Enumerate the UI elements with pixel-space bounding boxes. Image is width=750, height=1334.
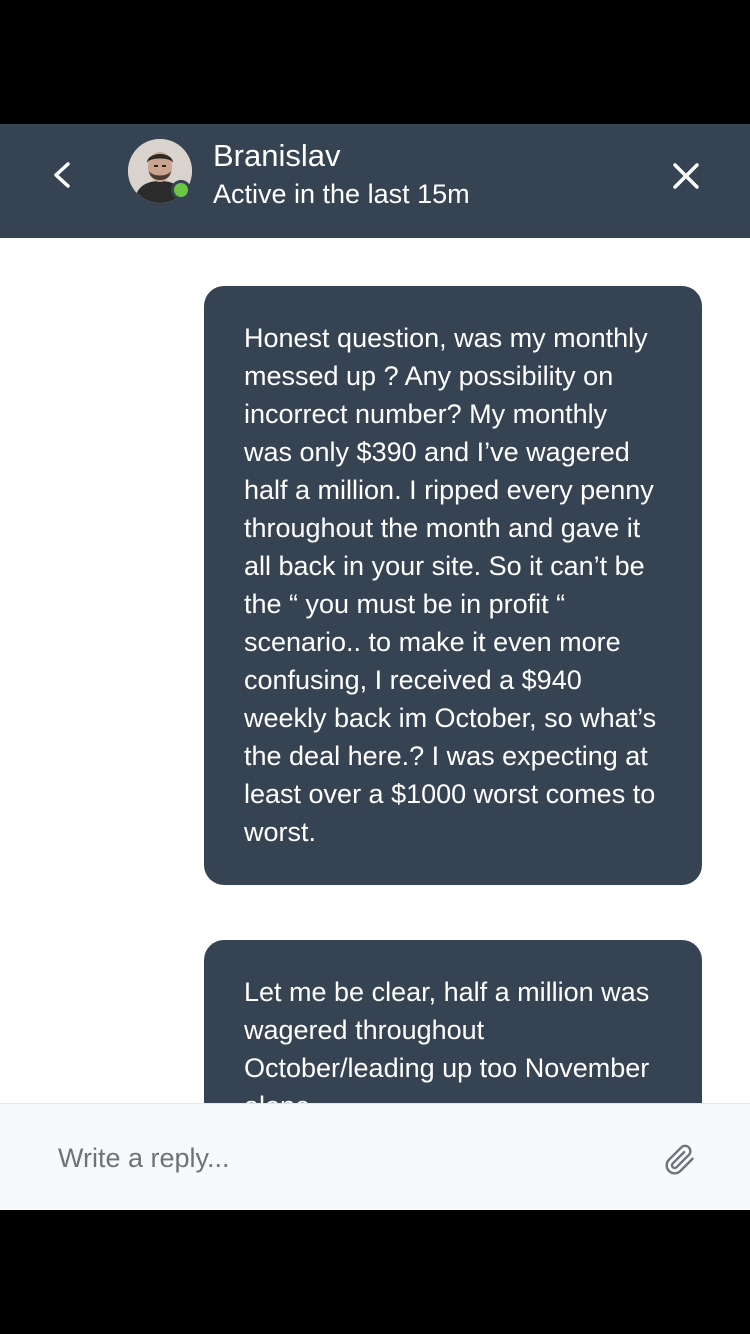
message-bubble: Honest question, was my monthly messed u… [204, 286, 702, 885]
close-button[interactable] [666, 156, 706, 196]
back-button[interactable] [44, 158, 80, 202]
message-list[interactable]: Honest question, was my monthly messed u… [0, 238, 750, 1104]
chevron-left-icon [54, 162, 70, 188]
attach-button[interactable] [664, 1144, 696, 1176]
online-status-dot [171, 180, 191, 200]
status-bar-area [0, 0, 750, 124]
agent-name: Branislav [213, 138, 341, 173]
reply-input[interactable] [58, 1138, 618, 1178]
reply-composer [0, 1103, 750, 1210]
close-icon [673, 163, 699, 189]
message-bubble: Let me be clear, half a million was wage… [204, 940, 702, 1104]
home-indicator-area [0, 1210, 750, 1334]
agent-status: Active in the last 15m [213, 179, 470, 209]
paperclip-icon [665, 1144, 694, 1175]
chat-header: Branislav Active in the last 15m [0, 124, 750, 238]
